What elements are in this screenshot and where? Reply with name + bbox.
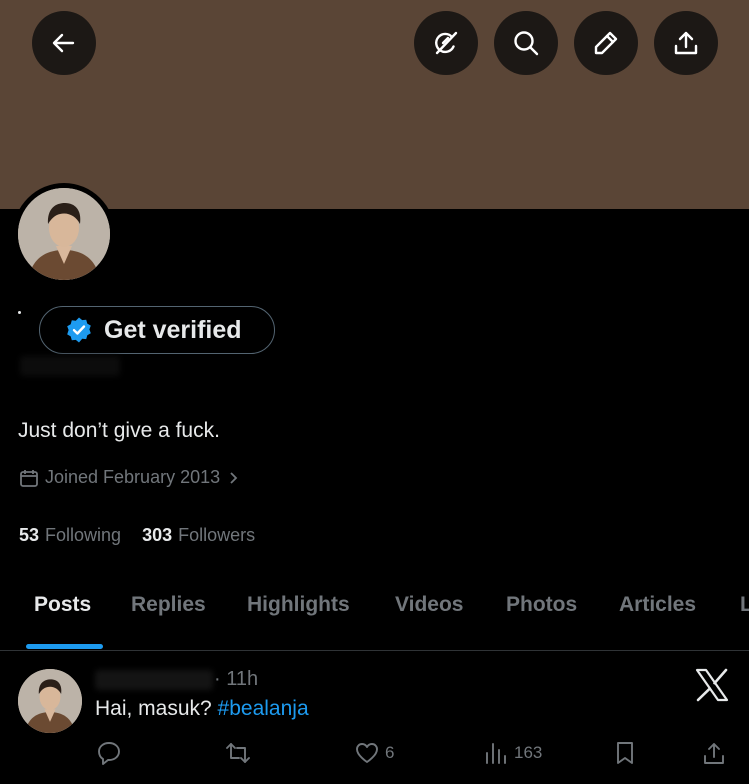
followers-label: Followers bbox=[178, 525, 256, 545]
tweet-hashtag[interactable]: #bealanja bbox=[218, 697, 309, 720]
tab-photos[interactable]: Photos bbox=[506, 593, 577, 617]
share-button[interactable] bbox=[654, 11, 718, 75]
joined-date[interactable]: Joined February 2013 bbox=[19, 467, 246, 488]
followers-count: 303 bbox=[142, 525, 173, 545]
tab-articles[interactable]: Articles bbox=[619, 593, 696, 617]
grok-button[interactable] bbox=[414, 11, 478, 75]
repost-button[interactable] bbox=[225, 740, 251, 766]
get-verified-button[interactable]: Get verified bbox=[39, 306, 275, 354]
views-button[interactable]: 163 bbox=[483, 740, 542, 766]
search-icon bbox=[514, 31, 539, 56]
tweet-actions: 6 163 bbox=[0, 740, 749, 768]
like-button[interactable]: 6 bbox=[354, 740, 394, 766]
tweet-text: Hai, masuk? #bealanja bbox=[95, 697, 309, 721]
tab-posts[interactable]: Posts bbox=[34, 593, 91, 617]
repost-icon bbox=[226, 743, 250, 763]
tweet-avatar-image bbox=[18, 669, 82, 733]
tweet-author-redacted bbox=[95, 670, 213, 690]
reply-button[interactable] bbox=[96, 740, 122, 766]
x-logo-icon[interactable] bbox=[694, 667, 730, 703]
chevron-right-icon bbox=[230, 471, 238, 484]
back-button[interactable] bbox=[32, 11, 96, 75]
tab-likes[interactable]: L bbox=[740, 593, 749, 617]
following-label: Following bbox=[45, 525, 122, 545]
like-count: 6 bbox=[385, 743, 395, 762]
active-tab-indicator bbox=[26, 644, 103, 649]
profile-bio: Just don’t give a fuck. bbox=[18, 419, 220, 442]
tweet-timestamp[interactable]: · 11h bbox=[214, 668, 258, 691]
verified-badge-icon bbox=[67, 317, 91, 343]
tab-replies[interactable]: Replies bbox=[131, 593, 206, 617]
bookmark-button[interactable] bbox=[612, 740, 638, 766]
joined-label: Joined February 2013 bbox=[45, 467, 221, 487]
tab-highlights[interactable]: Highlights bbox=[247, 593, 350, 617]
share-icon bbox=[704, 743, 724, 764]
profile-banner[interactable] bbox=[0, 0, 749, 209]
followers-link[interactable]: 303 Followers bbox=[142, 525, 255, 546]
edit-button[interactable] bbox=[574, 11, 638, 75]
following-count: 53 bbox=[19, 525, 40, 545]
profile-avatar-ring[interactable] bbox=[13, 183, 115, 285]
avatar-image bbox=[18, 188, 110, 280]
profile-tabs: Posts Replies Highlights Videos Photos A… bbox=[0, 585, 749, 651]
views-count: 163 bbox=[514, 743, 543, 762]
bookmark-icon bbox=[617, 742, 633, 764]
get-verified-label: Get verified bbox=[104, 315, 242, 344]
search-button[interactable] bbox=[494, 11, 558, 75]
grok-icon bbox=[435, 31, 458, 55]
calendar-icon bbox=[20, 469, 38, 487]
handle-redacted bbox=[20, 356, 120, 376]
reply-icon bbox=[98, 742, 120, 765]
tab-videos[interactable]: Videos bbox=[395, 593, 463, 617]
share-icon bbox=[674, 31, 698, 55]
share-tweet-button[interactable] bbox=[701, 740, 727, 766]
edit-icon bbox=[594, 31, 618, 55]
heart-icon bbox=[356, 743, 378, 763]
follow-stats: 53 Following 303 Followers bbox=[19, 525, 276, 546]
avatar[interactable] bbox=[18, 188, 110, 280]
back-icon bbox=[52, 33, 75, 53]
display-name-dot bbox=[18, 311, 21, 314]
following-link[interactable]: 53 Following bbox=[19, 525, 121, 546]
tweet-avatar[interactable] bbox=[18, 669, 82, 733]
tweet-body: Hai, masuk? bbox=[95, 697, 218, 720]
views-icon bbox=[486, 743, 506, 764]
